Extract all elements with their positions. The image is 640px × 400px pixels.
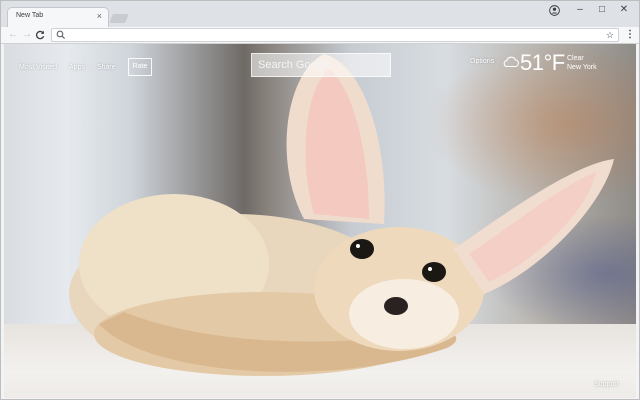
new-tab-button[interactable] — [109, 14, 129, 23]
cloud-icon — [503, 56, 519, 68]
new-tab-page: Most Visited Apps Share Rate Options 51°… — [4, 44, 636, 398]
profile-icon[interactable] — [549, 5, 560, 16]
menu-icon[interactable]: ⋮ — [625, 29, 635, 41]
search-icon — [56, 30, 66, 40]
minimize-icon[interactable]: – — [573, 3, 587, 17]
browser-window: New Tab × – □ ✕ ← → ☆ ⋮ Most Visited App… — [0, 0, 640, 400]
reload-icon[interactable] — [35, 30, 45, 40]
options-link[interactable]: Options — [470, 58, 494, 65]
support-link[interactable]: Support — [594, 381, 619, 388]
google-search-box[interactable] — [251, 53, 391, 77]
temperature: 51°F — [520, 50, 565, 75]
rate-button[interactable]: Rate — [127, 58, 153, 76]
fennec-fox-background-image — [69, 54, 614, 376]
apps-link[interactable]: Apps — [69, 64, 85, 71]
weather-condition: Clear — [567, 55, 584, 62]
browser-toolbar: ← → ☆ ⋮ — [1, 27, 639, 44]
back-arrow-icon[interactable]: ← — [7, 28, 19, 42]
tab-close-icon[interactable]: × — [97, 10, 102, 22]
most-visited-link[interactable]: Most Visited — [19, 64, 57, 71]
top-links: Most Visited Apps Share Rate — [19, 58, 153, 76]
weather-location: New York — [567, 64, 597, 71]
share-link[interactable]: Share — [97, 64, 116, 71]
forward-arrow-icon[interactable]: → — [21, 28, 33, 42]
maximize-icon[interactable]: □ — [595, 3, 609, 17]
tab-strip: New Tab × – □ ✕ — [1, 1, 639, 27]
address-bar[interactable]: ☆ — [51, 28, 619, 42]
search-input[interactable] — [258, 59, 386, 71]
close-window-icon[interactable]: ✕ — [617, 3, 631, 17]
star-icon[interactable]: ☆ — [606, 29, 614, 41]
tab-title: New Tab — [16, 12, 44, 19]
weather-details: Clear New York — [567, 54, 597, 72]
tab-new-tab[interactable]: New Tab × — [7, 7, 109, 27]
